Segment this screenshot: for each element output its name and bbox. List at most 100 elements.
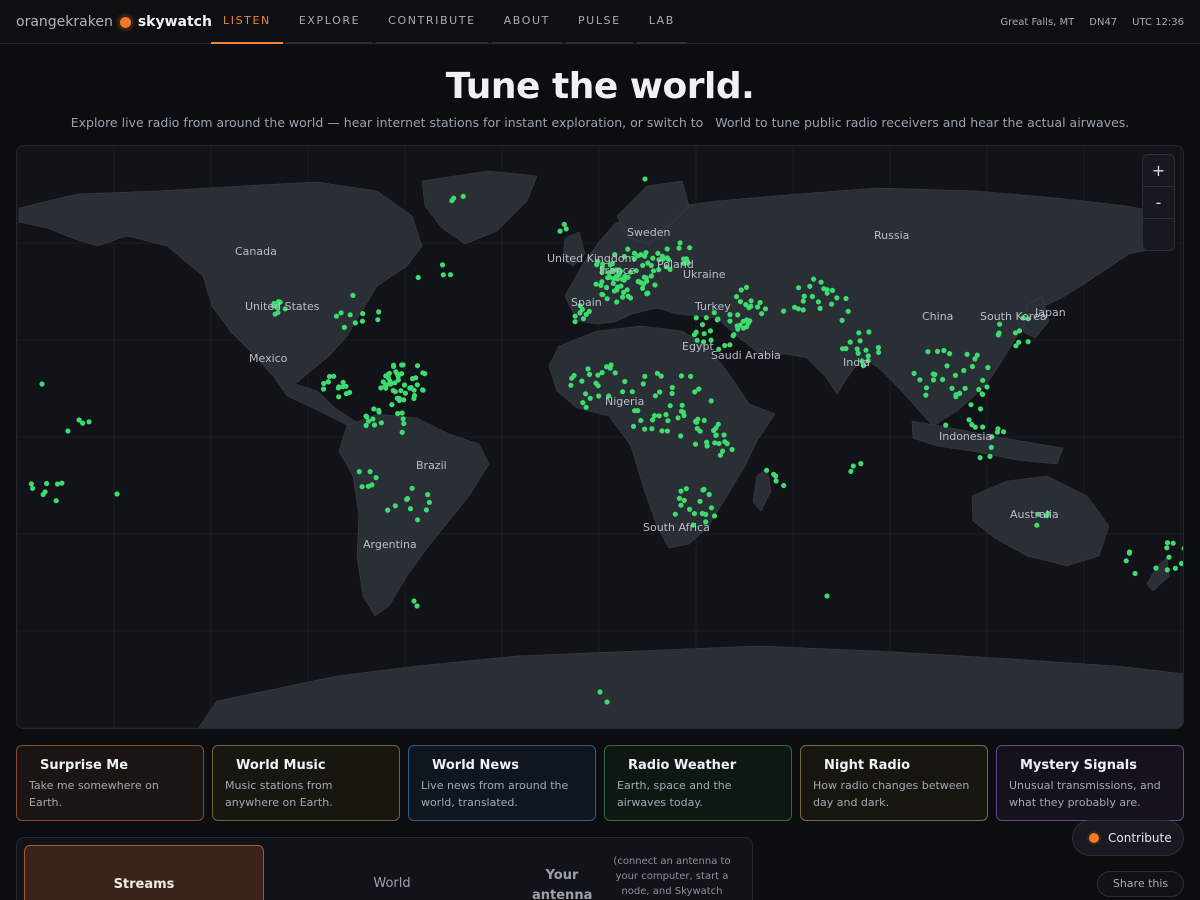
station-dot[interactable]: [587, 395, 593, 401]
station-dot[interactable]: [711, 513, 718, 519]
station-dot[interactable]: [696, 386, 702, 392]
station-dot[interactable]: [629, 389, 635, 395]
station-dot[interactable]: [392, 503, 398, 509]
station-dot[interactable]: [706, 491, 712, 498]
station-dot[interactable]: [586, 371, 593, 377]
station-dot[interactable]: [640, 262, 646, 268]
station-dot[interactable]: [850, 463, 856, 469]
station-dot[interactable]: [976, 386, 982, 393]
station-dot[interactable]: [1170, 540, 1176, 546]
station-dot[interactable]: [415, 274, 421, 281]
station-dot[interactable]: [363, 413, 369, 419]
station-dot[interactable]: [1016, 339, 1022, 345]
station-dot[interactable]: [338, 310, 344, 316]
station-dot[interactable]: [743, 284, 750, 290]
station-dot[interactable]: [856, 330, 862, 336]
station-dot[interactable]: [409, 485, 415, 491]
station-dot[interactable]: [977, 406, 984, 412]
station-dot[interactable]: [854, 346, 860, 352]
station-dot[interactable]: [414, 382, 420, 388]
station-dot[interactable]: [42, 489, 48, 495]
station-dot[interactable]: [847, 339, 853, 345]
station-dot[interactable]: [618, 283, 624, 289]
station-dot[interactable]: [632, 408, 638, 414]
station-dot[interactable]: [583, 404, 589, 410]
station-dot[interactable]: [650, 255, 656, 261]
station-dot[interactable]: [722, 342, 728, 349]
station-dot[interactable]: [401, 382, 408, 388]
station-dot[interactable]: [625, 246, 631, 252]
station-dot[interactable]: [336, 384, 342, 390]
station-dot[interactable]: [980, 391, 986, 397]
station-dot[interactable]: [420, 370, 426, 376]
station-dot[interactable]: [583, 391, 589, 397]
station-dot[interactable]: [53, 498, 59, 504]
station-dot[interactable]: [748, 298, 754, 304]
station-dot[interactable]: [687, 245, 693, 251]
station-dot[interactable]: [366, 418, 372, 424]
station-dot[interactable]: [391, 362, 397, 368]
contribute-button[interactable]: Contribute: [1072, 820, 1184, 856]
station-dot[interactable]: [694, 419, 700, 425]
station-dot[interactable]: [642, 373, 648, 379]
station-dot[interactable]: [595, 383, 601, 389]
station-dot[interactable]: [721, 432, 727, 438]
station-dot[interactable]: [350, 292, 356, 298]
station-dot[interactable]: [392, 389, 398, 395]
station-dot[interactable]: [1166, 554, 1172, 560]
station-dot[interactable]: [411, 598, 417, 604]
station-dot[interactable]: [824, 287, 830, 293]
nav-tab-pulse[interactable]: PULSE: [565, 0, 633, 44]
station-dot[interactable]: [707, 328, 714, 334]
station-dot[interactable]: [1164, 540, 1171, 546]
station-dot[interactable]: [376, 309, 382, 315]
station-dot[interactable]: [635, 278, 641, 285]
station-dot[interactable]: [414, 363, 421, 369]
station-dot[interactable]: [795, 306, 802, 312]
station-dot[interactable]: [336, 394, 342, 400]
station-dot[interactable]: [579, 378, 585, 384]
station-dot[interactable]: [642, 426, 648, 432]
station-dot[interactable]: [701, 331, 707, 337]
station-dot[interactable]: [383, 382, 389, 388]
station-dot[interactable]: [858, 461, 864, 467]
station-dot[interactable]: [995, 332, 1001, 338]
station-dot[interactable]: [944, 363, 950, 369]
station-dot[interactable]: [586, 308, 592, 314]
station-dot[interactable]: [1132, 570, 1138, 577]
station-dot[interactable]: [607, 365, 613, 371]
station-dot[interactable]: [1123, 558, 1129, 564]
station-dot[interactable]: [414, 603, 420, 609]
station-dot[interactable]: [795, 285, 802, 291]
station-dot[interactable]: [378, 420, 384, 426]
station-dot[interactable]: [715, 316, 721, 322]
zoom-in-button[interactable]: +: [1143, 155, 1174, 187]
station-dot[interactable]: [378, 385, 384, 391]
station-dot[interactable]: [365, 483, 371, 489]
station-dot[interactable]: [667, 403, 673, 409]
station-dot[interactable]: [781, 482, 787, 489]
station-dot[interactable]: [1164, 545, 1170, 551]
station-dot[interactable]: [648, 262, 654, 268]
station-dot[interactable]: [953, 394, 959, 400]
station-dot[interactable]: [580, 316, 587, 322]
station-dot[interactable]: [1178, 560, 1184, 567]
station-dot[interactable]: [676, 495, 683, 501]
station-dot[interactable]: [642, 176, 648, 182]
station-dot[interactable]: [86, 419, 92, 425]
station-dot[interactable]: [1034, 522, 1040, 528]
station-dot[interactable]: [451, 195, 457, 201]
station-dot[interactable]: [1025, 339, 1031, 345]
station-dot[interactable]: [622, 378, 628, 385]
nav-tab-listen[interactable]: LISTEN: [211, 0, 283, 44]
station-dot[interactable]: [402, 390, 408, 396]
station-dot[interactable]: [321, 380, 327, 387]
station-dot[interactable]: [676, 245, 682, 251]
station-dot[interactable]: [678, 433, 684, 439]
station-dot[interactable]: [678, 502, 684, 508]
station-dot[interactable]: [614, 287, 620, 293]
station-dot[interactable]: [1172, 565, 1178, 571]
station-dot[interactable]: [934, 348, 941, 354]
station-dot[interactable]: [984, 384, 990, 390]
station-dot[interactable]: [1164, 567, 1170, 573]
